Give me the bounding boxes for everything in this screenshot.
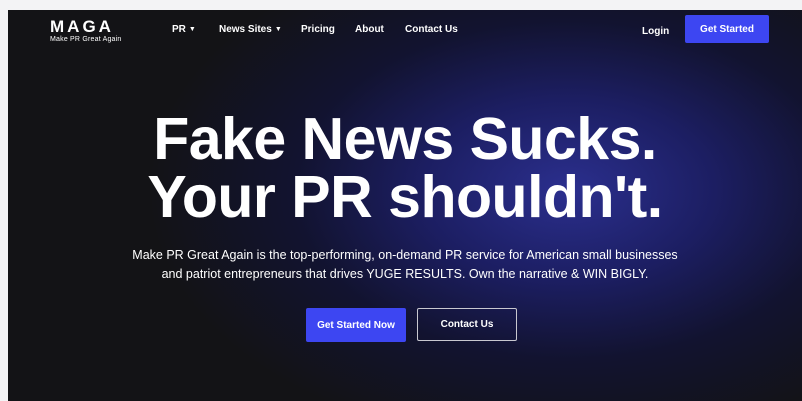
nav-item-label: PR	[172, 24, 186, 35]
top-navigation: MAGA Make PR Great Again PR ▼ News Sites ▼…	[8, 10, 802, 50]
contact-us-button[interactable]: Contact Us	[417, 308, 517, 341]
nav-item-news-sites[interactable]: News Sites ▼	[219, 23, 282, 36]
subheading-line-1: Make PR Great Again is the top-performin…	[132, 248, 678, 262]
subheading-line-2: and patriot entrepreneurs that drives YU…	[161, 267, 649, 281]
login-link[interactable]: Login	[642, 25, 669, 38]
nav-item-contact-us[interactable]: Contact Us	[405, 23, 458, 36]
nav-item-label: About	[355, 24, 384, 35]
nav-item-about[interactable]: About	[355, 23, 384, 36]
get-started-now-button[interactable]: Get Started Now	[306, 308, 406, 342]
nav-item-label: Pricing	[301, 24, 335, 35]
hero-headline: Fake News Sucks. Your PR shouldn't.	[8, 106, 802, 230]
headline-line-2: Your PR shouldn't.	[147, 164, 663, 230]
logo-wordmark: MAGA	[50, 17, 114, 36]
nav-item-label: News Sites	[219, 24, 272, 35]
nav-item-pricing[interactable]: Pricing	[301, 23, 335, 36]
get-started-button[interactable]: Get Started	[685, 15, 769, 43]
chevron-down-icon: ▼	[274, 26, 282, 33]
nav-item-pr[interactable]: PR ▼	[172, 23, 196, 36]
logo[interactable]: MAGA Make PR Great Again	[50, 17, 122, 46]
hero-subheading: Make PR Great Again is the top-performin…	[8, 246, 802, 284]
logo-tagline: Make PR Great Again	[50, 36, 122, 43]
hero-section: MAGA Make PR Great Again PR ▼ News Sites ▼…	[8, 10, 802, 401]
nav-item-label: Contact Us	[405, 24, 458, 35]
chevron-down-icon: ▼	[188, 26, 196, 33]
headline-line-1: Fake News Sucks.	[153, 106, 657, 172]
